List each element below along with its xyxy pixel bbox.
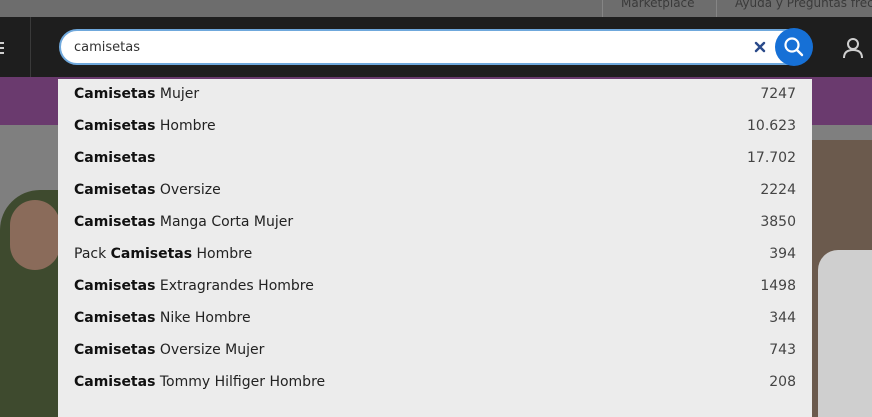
suggestion-count: 17.702 — [747, 150, 796, 166]
hero-model-right-shirt — [818, 250, 872, 417]
suggestion-row[interactable]: Camisetas Extragrandes Hombre 1498 — [58, 271, 812, 303]
suggestion-count: 743 — [769, 342, 796, 358]
marketplace-link[interactable]: Marketplace — [602, 0, 713, 17]
suggestion-label: Camisetas Mujer — [74, 86, 200, 102]
suggestion-label: Pack Camisetas Hombre — [74, 246, 253, 262]
suggestion-count: 208 — [769, 374, 796, 390]
suggestion-label: Camisetas Extragrandes Hombre — [74, 278, 314, 294]
suggestion-count: 3850 — [760, 214, 796, 230]
suggestion-count: 394 — [769, 246, 796, 262]
close-icon[interactable] — [751, 38, 769, 56]
suggestion-label: Camisetas Nike Hombre — [74, 310, 251, 326]
header-divider — [30, 17, 31, 77]
search-box — [59, 29, 811, 65]
suggestion-row[interactable]: Camisetas Manga Corta Mujer 3850 — [58, 207, 812, 239]
suggestion-label: Camisetas Tommy Hilfiger Hombre — [74, 374, 326, 390]
user-icon[interactable] — [842, 37, 864, 59]
suggestion-count: 2224 — [760, 182, 796, 198]
suggestion-label: Camisetas Hombre — [74, 118, 216, 134]
search-button[interactable] — [775, 28, 813, 66]
menu-icon[interactable] — [0, 42, 4, 54]
suggestion-label: Camisetas Oversize — [74, 182, 221, 198]
suggestion-label: Camisetas — [74, 150, 156, 166]
suggestion-label: Camisetas Manga Corta Mujer — [74, 214, 294, 230]
search-suggestions-dropdown: Camisetas Mujer 7247 Camisetas Hombre 10… — [58, 79, 812, 417]
suggestion-row[interactable]: Camisetas Mujer 7247 — [58, 79, 812, 111]
suggestion-row[interactable]: Camisetas Hombre 10.623 — [58, 111, 812, 143]
help-faq-link[interactable]: Ayuda y Preguntas frec — [716, 0, 872, 17]
search-input[interactable] — [74, 31, 734, 63]
suggestion-count: 1498 — [760, 278, 796, 294]
search-icon — [784, 37, 804, 57]
suggestion-count: 7247 — [760, 86, 796, 102]
suggestion-row[interactable]: Camisetas Oversize Mujer 743 — [58, 335, 812, 367]
suggestion-row[interactable]: Camisetas Tommy Hilfiger Hombre 208 — [58, 367, 812, 399]
top-utility-bar: Marketplace Ayuda y Preguntas frec — [0, 0, 872, 17]
suggestion-row[interactable]: Pack Camisetas Hombre 394 — [58, 239, 812, 271]
suggestion-row[interactable]: Camisetas 17.702 — [58, 143, 812, 175]
suggestion-row[interactable]: Camisetas Oversize 2224 — [58, 175, 812, 207]
hero-model-left-face — [10, 200, 60, 270]
suggestion-count: 344 — [769, 310, 796, 326]
suggestion-count: 10.623 — [747, 118, 796, 134]
suggestion-label: Camisetas Oversize Mujer — [74, 342, 265, 358]
suggestion-row[interactable]: Camisetas Nike Hombre 344 — [58, 303, 812, 335]
